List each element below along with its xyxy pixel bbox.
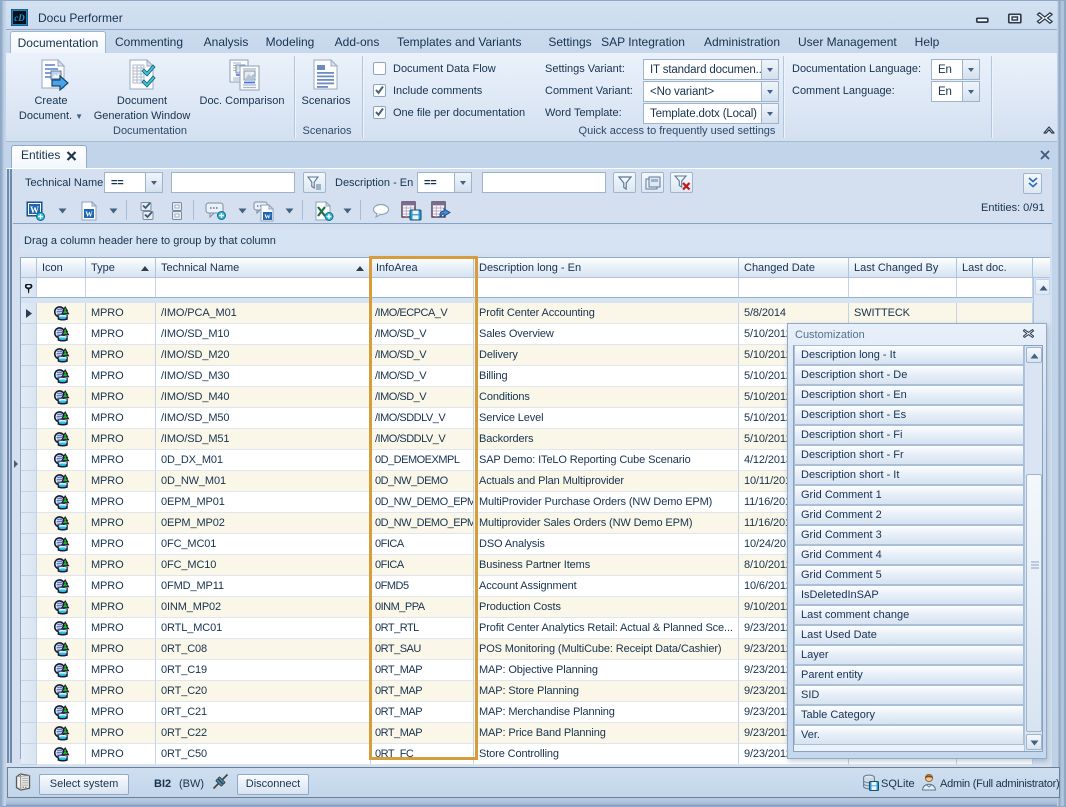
svg-text:cD: cD (14, 13, 25, 23)
svg-text:W: W (264, 214, 271, 221)
svg-text:W: W (85, 210, 93, 219)
